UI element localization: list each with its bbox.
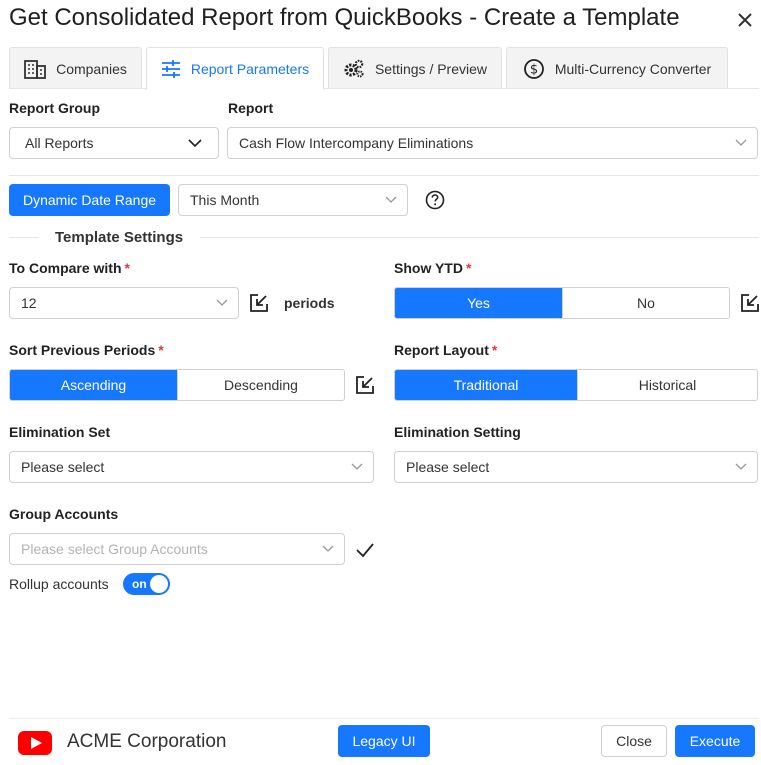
youtube-icon[interactable]: [18, 731, 52, 755]
group-accounts-select[interactable]: Please select Group Accounts: [9, 533, 345, 565]
close-icon[interactable]: [733, 8, 757, 32]
chevron-down-icon: [735, 139, 747, 146]
sort-periods-label: Sort Previous Periods *: [9, 342, 164, 358]
tab-underline: [9, 88, 759, 89]
dynamic-date-range-button[interactable]: Dynamic Date Range: [9, 184, 170, 216]
company-name: ACME Corporation: [67, 731, 227, 752]
elimination-setting-select[interactable]: Please select: [394, 451, 758, 483]
divider: [9, 237, 39, 238]
periods-label: periods: [284, 295, 335, 311]
show-ytd-yes[interactable]: Yes: [395, 288, 562, 318]
footer-divider: [9, 718, 759, 719]
group-accounts-placeholder: Please select Group Accounts: [21, 541, 208, 557]
rollup-toggle-label: on: [132, 577, 147, 591]
tab-bar: Companies Report Parameters Settings / P…: [9, 47, 759, 90]
report-layout-label: Report Layout *: [394, 342, 498, 358]
sort-ascending[interactable]: Ascending: [10, 370, 177, 400]
divider: [200, 237, 759, 238]
date-range-select[interactable]: This Month: [178, 184, 408, 216]
report-group-label: Report Group: [9, 100, 100, 116]
date-range-value: This Month: [190, 192, 260, 208]
tab-label: Report Parameters: [190, 61, 310, 77]
elimination-setting-placeholder: Please select: [406, 459, 490, 475]
chevron-down-icon: [351, 463, 363, 470]
checkmark-icon[interactable]: [355, 540, 375, 560]
tab-label: Companies: [56, 60, 127, 77]
elimination-set-label: Elimination Set: [9, 424, 111, 440]
show-ytd-label: Show YTD *: [394, 260, 472, 276]
report-label: Report: [228, 100, 274, 116]
sort-descending[interactable]: Descending: [177, 370, 344, 400]
sliders-icon: [161, 60, 180, 78]
show-ytd-no[interactable]: No: [562, 288, 729, 318]
report-select[interactable]: Cash Flow Intercompany Eliminations: [227, 127, 758, 159]
group-accounts-label: Group Accounts: [9, 506, 119, 522]
template-settings-title: Template Settings: [55, 229, 184, 246]
tab-settings-preview[interactable]: Settings / Preview: [328, 47, 502, 89]
tab-report-parameters[interactable]: Report Parameters: [146, 47, 324, 90]
close-button[interactable]: Close: [601, 725, 667, 757]
edit-external-icon[interactable]: [249, 293, 269, 313]
report-group-value: All Reports: [25, 135, 94, 151]
execute-button[interactable]: Execute: [675, 725, 755, 757]
rollup-label: Rollup accounts: [9, 576, 109, 592]
layout-traditional[interactable]: Traditional: [395, 370, 577, 400]
edit-external-icon[interactable]: [355, 375, 375, 395]
tab-companies[interactable]: Companies: [9, 47, 142, 89]
show-ytd-toggle-group: Yes No: [394, 287, 730, 319]
compare-label: To Compare with *: [9, 260, 130, 276]
sort-periods-toggle-group: Ascending Descending: [9, 369, 345, 401]
compare-value: 12: [21, 295, 37, 311]
gears-icon: [344, 59, 364, 77]
edit-external-icon[interactable]: [740, 293, 760, 313]
chevron-down-icon: [385, 196, 397, 203]
question-circle-icon[interactable]: [425, 190, 445, 210]
building-icon: [24, 59, 46, 79]
dollar-circle-icon: $: [523, 58, 544, 79]
chevron-down-icon: [322, 545, 334, 552]
layout-historical[interactable]: Historical: [576, 370, 757, 400]
svg-text:$: $: [530, 62, 538, 77]
chevron-down-icon: [188, 139, 202, 148]
elimination-setting-label: Elimination Setting: [394, 424, 521, 440]
toggle-knob: [150, 575, 168, 593]
dialog-title: Get Consolidated Report from QuickBooks …: [9, 4, 680, 31]
chevron-down-icon: [735, 463, 747, 470]
tab-label: Settings / Preview: [374, 60, 488, 77]
report-value: Cash Flow Intercompany Eliminations: [239, 135, 474, 151]
chevron-down-icon: [216, 299, 228, 306]
divider: [9, 175, 759, 176]
rollup-toggle[interactable]: on: [123, 573, 170, 595]
report-group-select[interactable]: All Reports: [9, 127, 219, 159]
tab-label: Multi-Currency Converter: [554, 60, 712, 77]
report-layout-toggle-group: Traditional Historical: [394, 369, 758, 401]
compare-select[interactable]: 12: [9, 287, 239, 319]
elimination-set-placeholder: Please select: [21, 459, 105, 475]
elimination-set-select[interactable]: Please select: [9, 451, 374, 483]
legacy-ui-button[interactable]: Legacy UI: [338, 725, 430, 757]
tab-multi-currency-converter[interactable]: $ Multi-Currency Converter: [506, 47, 728, 89]
